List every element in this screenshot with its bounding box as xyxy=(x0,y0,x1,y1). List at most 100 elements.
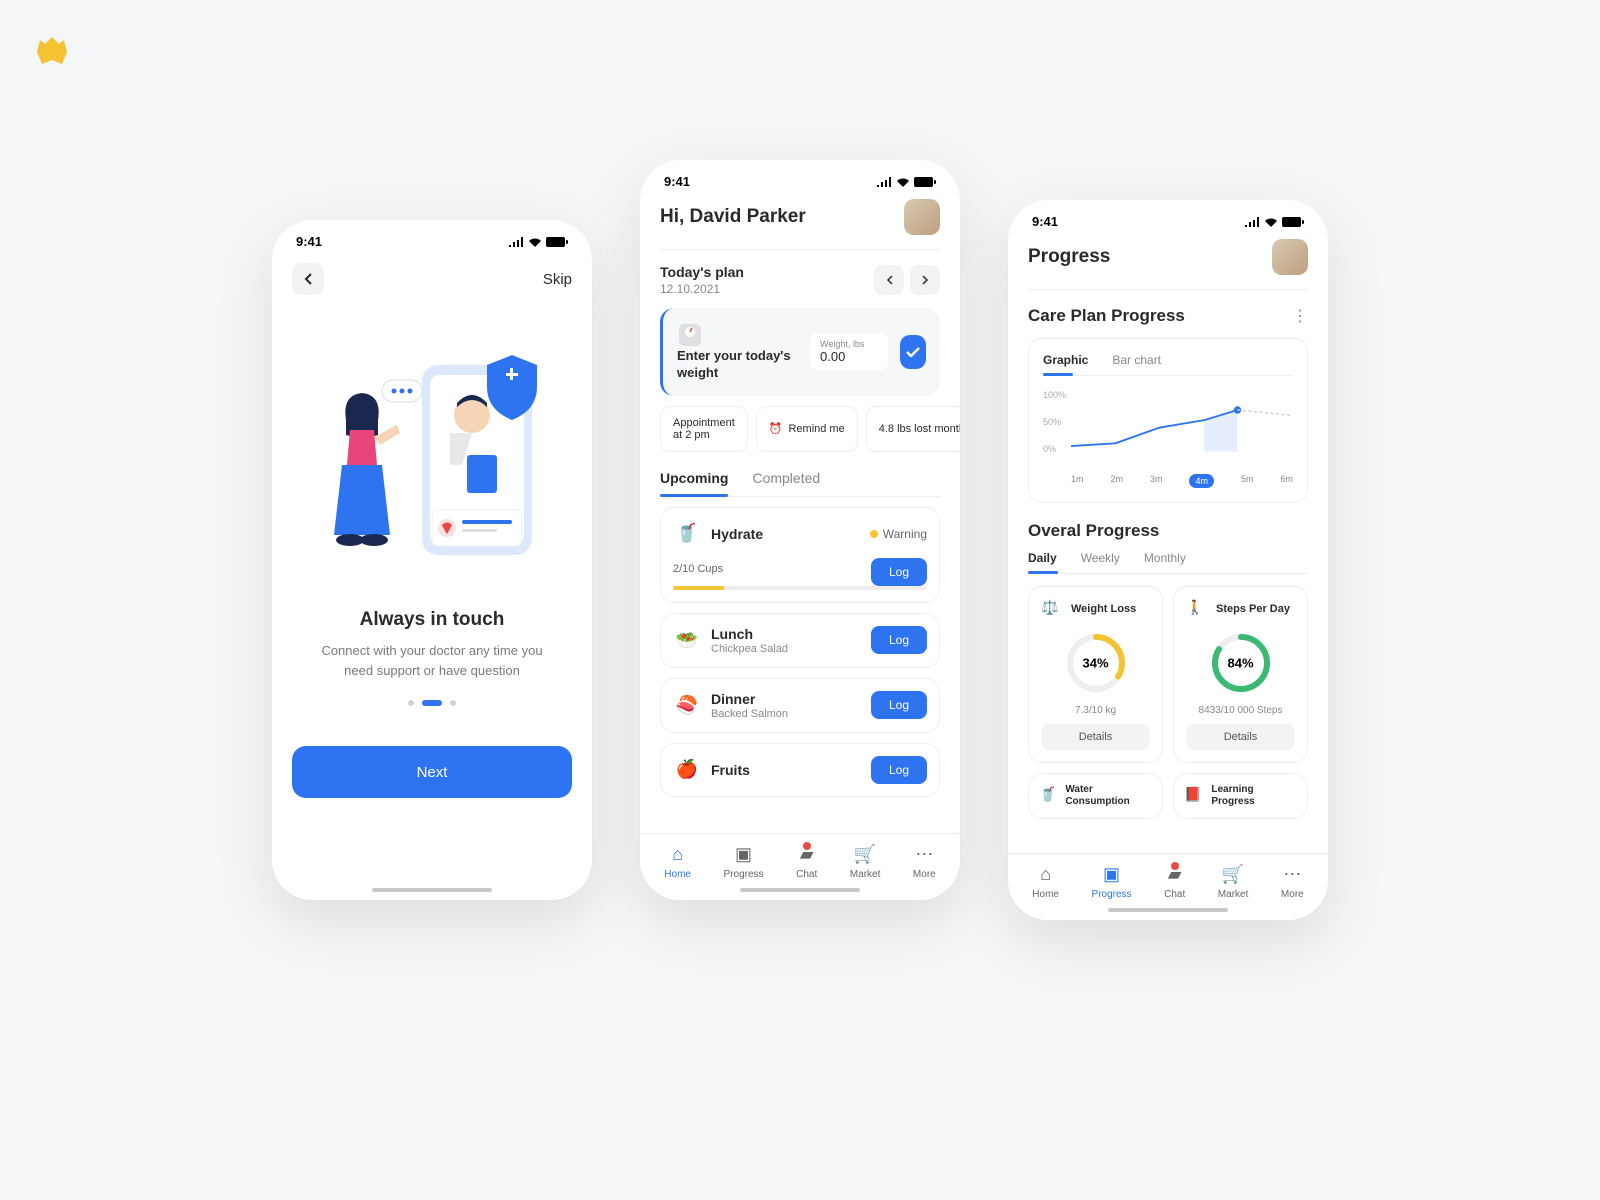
metric-learning[interactable]: 📕 Learning Progress xyxy=(1173,773,1308,819)
page-title: Progress xyxy=(1028,246,1110,268)
log-button[interactable]: Log xyxy=(871,558,927,586)
signal-icon xyxy=(508,237,524,247)
active-month[interactable]: 4m xyxy=(1189,474,1214,488)
progress-screen: 9:41 Progress Care Plan Progress ⋮ Graph… xyxy=(1008,200,1328,920)
fruit-icon: 🍎 xyxy=(673,756,701,784)
details-button[interactable]: Details xyxy=(1041,724,1150,750)
chevron-left-icon xyxy=(304,273,312,285)
metric-weight-loss: ⚖️ Weight Loss 34% 7.3/10 kg Details xyxy=(1028,586,1163,763)
task-card-dinner: 🍣 Dinner Backed Salmon Log xyxy=(660,678,940,733)
home-indicator xyxy=(740,888,860,892)
plan-date: 12.10.2021 xyxy=(660,282,744,296)
skip-button[interactable]: Skip xyxy=(543,271,572,288)
chart-icon: ▣ xyxy=(1103,864,1120,885)
battery-icon xyxy=(1282,217,1304,227)
water-icon: 🥤 xyxy=(1039,786,1057,806)
wifi-icon xyxy=(1264,217,1278,227)
home-icon: ⌂ xyxy=(1040,864,1051,885)
page-indicator xyxy=(292,700,572,706)
home-icon: ⌂ xyxy=(672,844,683,865)
alarm-icon: ⏰ xyxy=(769,422,783,435)
nav-chat[interactable]: ▰Chat xyxy=(1164,864,1185,900)
cart-icon: 🛒 xyxy=(1222,864,1244,885)
check-icon xyxy=(906,347,920,357)
metric-water[interactable]: 🥤 Water Consumption xyxy=(1028,773,1163,819)
lost-chip: 4.8 lbs lost month xyxy=(866,406,960,452)
log-button[interactable]: Log xyxy=(871,626,927,654)
more-button[interactable]: ⋮ xyxy=(1292,306,1308,326)
avatar[interactable] xyxy=(904,199,940,235)
more-icon: ⋯ xyxy=(915,844,933,865)
salad-icon: 🥗 xyxy=(673,626,701,654)
battery-icon xyxy=(914,177,936,187)
book-icon: 📕 xyxy=(1184,786,1203,806)
next-day-button[interactable] xyxy=(910,265,940,295)
line-chart xyxy=(1071,390,1293,454)
greeting-text: Hi, David Parker xyxy=(660,206,806,228)
wifi-icon xyxy=(896,177,910,187)
weight-input-value: 0.00 xyxy=(820,349,878,364)
progress-bar xyxy=(673,586,927,590)
task-card-hydrate: 🥤 Hydrate Warning 2/10 Cups Log xyxy=(660,507,940,603)
nav-more[interactable]: ⋯More xyxy=(913,844,936,880)
nav-home[interactable]: ⌂Home xyxy=(664,844,691,880)
nav-market[interactable]: 🛒Market xyxy=(1218,864,1249,900)
nav-market[interactable]: 🛒Market xyxy=(850,844,881,880)
tab-completed[interactable]: Completed xyxy=(752,470,820,496)
next-button[interactable]: Next xyxy=(292,746,572,798)
status-bar: 9:41 xyxy=(640,160,960,195)
nav-progress[interactable]: ▣Progress xyxy=(724,844,764,880)
period-tab-monthly[interactable]: Monthly xyxy=(1144,551,1186,573)
status-time: 9:41 xyxy=(1032,214,1058,229)
onboarding-screen: 9:41 Skip xyxy=(272,220,592,900)
weight-entry-card: Enter your today's weight Weight, lbs 0.… xyxy=(660,308,940,396)
scale-icon xyxy=(677,322,703,348)
nav-more[interactable]: ⋯More xyxy=(1281,864,1304,900)
remind-chip[interactable]: ⏰ Remind me xyxy=(756,406,858,452)
task-tabs: Upcoming Completed xyxy=(660,470,940,497)
home-indicator xyxy=(1108,908,1228,912)
water-icon: 🥤 xyxy=(673,520,701,548)
avatar[interactable] xyxy=(1272,239,1308,275)
nav-home[interactable]: ⌂Home xyxy=(1032,864,1059,900)
chart-tab-bar[interactable]: Bar chart xyxy=(1112,353,1161,375)
weight-pct: 34% xyxy=(1082,656,1108,671)
brand-logo xyxy=(32,32,72,72)
fish-icon: 🍣 xyxy=(673,691,701,719)
period-tab-weekly[interactable]: Weekly xyxy=(1081,551,1120,573)
log-button[interactable]: Log xyxy=(871,756,927,784)
task-status: Warning xyxy=(870,527,927,541)
status-bar: 9:41 xyxy=(1008,200,1328,235)
scale-icon: ⚖️ xyxy=(1041,599,1063,621)
walk-icon: 🚶 xyxy=(1186,599,1208,621)
nav-chat[interactable]: ▰Chat xyxy=(796,844,817,880)
progress-text: 2/10 Cups xyxy=(673,563,723,575)
chart-tab-graphic[interactable]: Graphic xyxy=(1043,353,1088,375)
more-icon: ⋯ xyxy=(1283,864,1301,885)
period-tab-daily[interactable]: Daily xyxy=(1028,551,1057,573)
onboarding-subtitle: Connect with your doctor any time you ne… xyxy=(292,641,572,680)
care-plan-title: Care Plan Progress xyxy=(1028,306,1185,326)
task-card-fruits: 🍎 Fruits Log xyxy=(660,743,940,797)
status-time: 9:41 xyxy=(664,174,690,189)
battery-icon xyxy=(546,237,568,247)
chevron-right-icon xyxy=(922,275,929,285)
tab-upcoming[interactable]: Upcoming xyxy=(660,470,728,496)
wifi-icon xyxy=(528,237,542,247)
weight-input[interactable]: Weight, lbs 0.00 xyxy=(810,333,888,370)
log-button[interactable]: Log xyxy=(871,691,927,719)
chart-icon: ▣ xyxy=(735,844,752,865)
onboarding-illustration xyxy=(302,325,562,585)
weight-input-label: Weight, lbs xyxy=(820,339,878,349)
status-bar: 9:41 xyxy=(272,220,592,255)
overall-title: Overal Progress xyxy=(1028,521,1308,541)
nav-progress[interactable]: ▣Progress xyxy=(1092,864,1132,900)
prev-day-button[interactable] xyxy=(874,265,904,295)
plan-title: Today's plan xyxy=(660,264,744,280)
back-button[interactable] xyxy=(292,263,324,295)
confirm-weight-button[interactable] xyxy=(900,335,926,369)
care-plan-chart: Graphic Bar chart 100% 50% 0% 1m 2m xyxy=(1028,338,1308,503)
details-button[interactable]: Details xyxy=(1186,724,1295,750)
home-indicator xyxy=(372,888,492,892)
chevron-left-icon xyxy=(886,275,893,285)
